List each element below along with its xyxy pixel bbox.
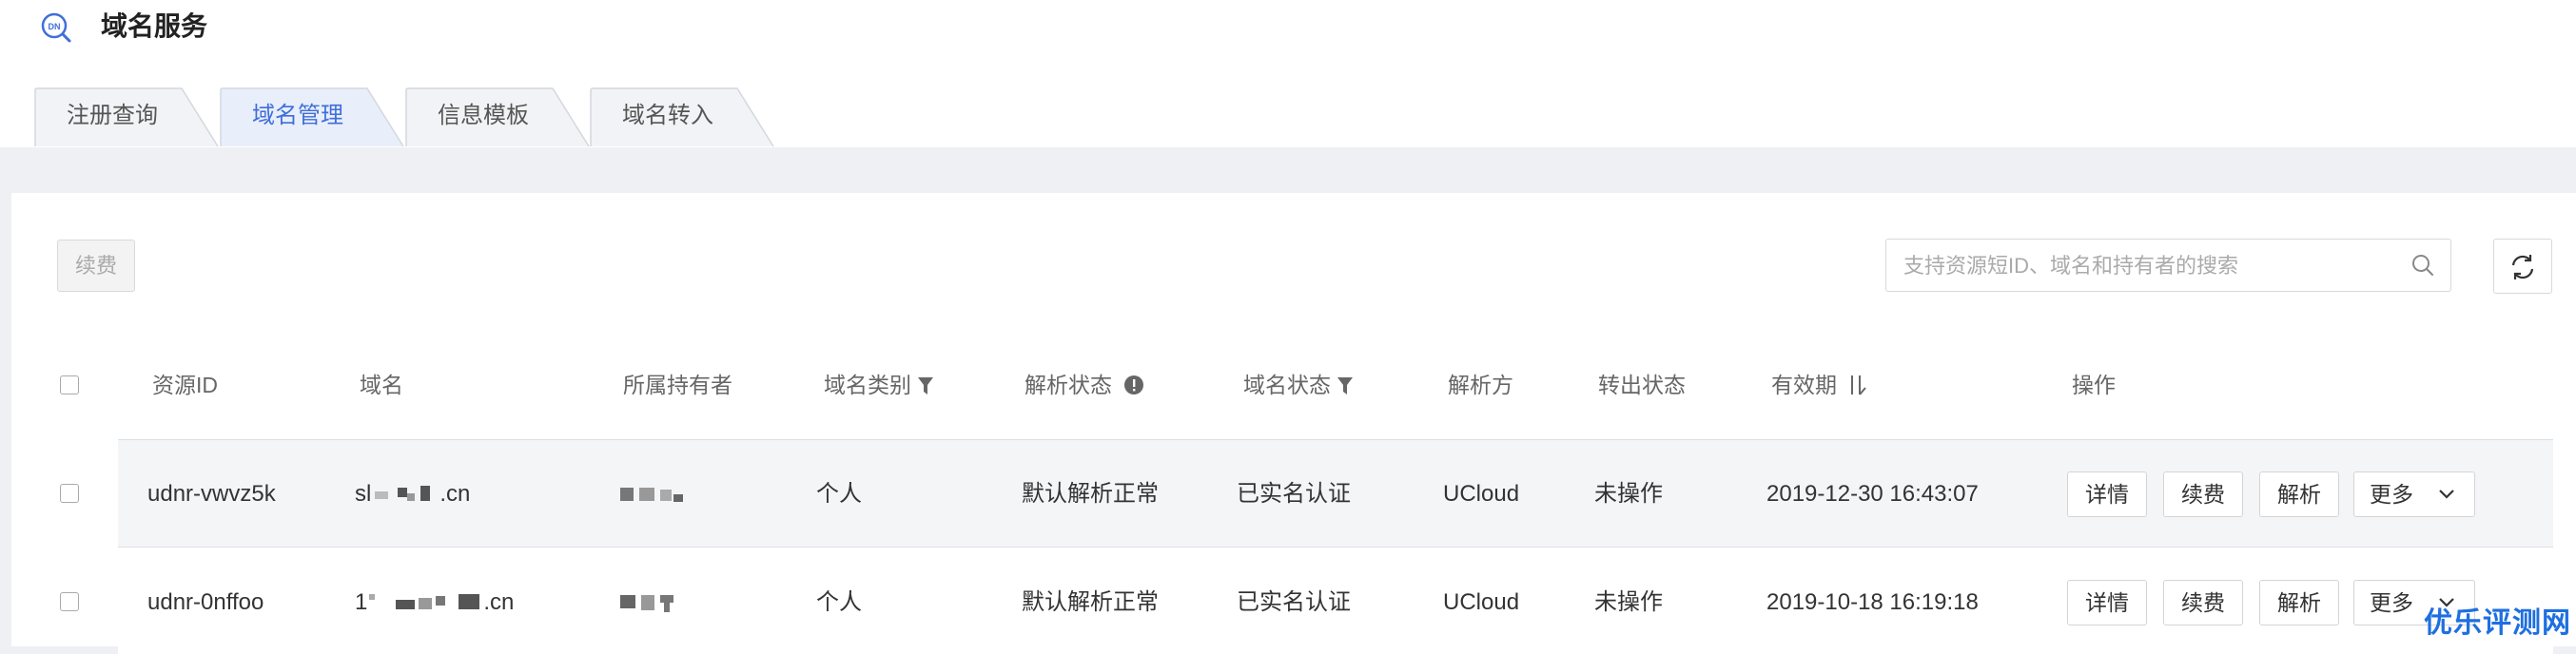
resolver: UCloud: [1443, 481, 1520, 507]
transfer-status: 未操作: [1594, 589, 1663, 615]
dns-status: 默认解析正常: [1022, 481, 1159, 507]
col-actions: 操作: [2072, 373, 2116, 397]
holder-masked: [618, 584, 687, 622]
resource-id[interactable]: udnr-vwvz5k: [147, 475, 276, 513]
col-resource-id: 资源ID: [152, 373, 218, 397]
domain-name[interactable]: sl .cn: [355, 475, 470, 513]
col-transfer-status: 转出状态: [1598, 373, 1686, 397]
tab-domain-management[interactable]: 域名管理: [220, 87, 405, 147]
transfer-status: 未操作: [1594, 481, 1663, 507]
col-domain: 域名: [360, 373, 403, 397]
col-resolver: 解析方: [1448, 373, 1513, 397]
resolver: UCloud: [1443, 589, 1520, 615]
domain-status: 已实名认证: [1237, 589, 1351, 615]
row-checkbox[interactable]: [60, 484, 79, 503]
more-dropdown[interactable]: 更多: [2353, 471, 2475, 517]
watermark-text: 优乐评测网: [2424, 607, 2571, 639]
bulk-renew-button[interactable]: 续费: [57, 240, 135, 292]
search-box[interactable]: [1885, 239, 2451, 292]
detail-button[interactable]: 详情: [2067, 471, 2147, 517]
resolve-button[interactable]: 解析: [2259, 580, 2339, 625]
dns-search-icon: DN: [41, 12, 71, 43]
search-input[interactable]: [1902, 249, 2400, 283]
page-title: 域名服务: [101, 11, 208, 41]
detail-button[interactable]: 详情: [2067, 580, 2147, 625]
chevron-down-icon: [2439, 490, 2454, 499]
svg-text:DN: DN: [49, 22, 61, 31]
filter-icon[interactable]: [917, 375, 934, 396]
info-icon[interactable]: [1123, 375, 1144, 395]
tab-registration-query[interactable]: 注册查询: [34, 87, 220, 147]
col-dns-status: 解析状态: [1025, 366, 1144, 404]
renew-button[interactable]: 续费: [2163, 471, 2243, 517]
resource-id[interactable]: udnr-0nffoo: [147, 584, 263, 622]
refresh-icon: [2511, 255, 2534, 279]
refresh-button[interactable]: [2493, 239, 2552, 294]
select-all-checkbox[interactable]: [60, 375, 79, 394]
col-holder: 所属持有者: [623, 373, 732, 397]
row-checkbox[interactable]: [60, 592, 79, 611]
sort-icon[interactable]: [1846, 374, 1867, 396]
domain-category: 个人: [816, 481, 862, 507]
col-expiry[interactable]: 有效期: [1771, 366, 1867, 404]
domain-category: 个人: [816, 589, 862, 615]
col-domain-category[interactable]: 域名类别: [824, 366, 934, 404]
masked-text: [367, 592, 483, 611]
expiry-date: 2019-10-18 16:19:18: [1766, 589, 1979, 615]
domain-name[interactable]: 1 .cn: [355, 584, 514, 622]
dns-status: 默认解析正常: [1022, 589, 1159, 615]
col-domain-status[interactable]: 域名状态: [1243, 366, 1354, 404]
masked-text: [371, 484, 439, 503]
renew-button[interactable]: 续费: [2163, 580, 2243, 625]
search-icon[interactable]: [2410, 253, 2435, 278]
tab-info-template[interactable]: 信息模板: [405, 87, 591, 147]
filter-icon[interactable]: [1337, 375, 1354, 396]
expiry-date: 2019-12-30 16:43:07: [1766, 481, 1979, 507]
holder-masked: [618, 475, 687, 513]
tab-domain-transfer-in[interactable]: 域名转入: [590, 87, 775, 147]
domain-status: 已实名认证: [1237, 481, 1351, 507]
resolve-button[interactable]: 解析: [2259, 471, 2339, 517]
